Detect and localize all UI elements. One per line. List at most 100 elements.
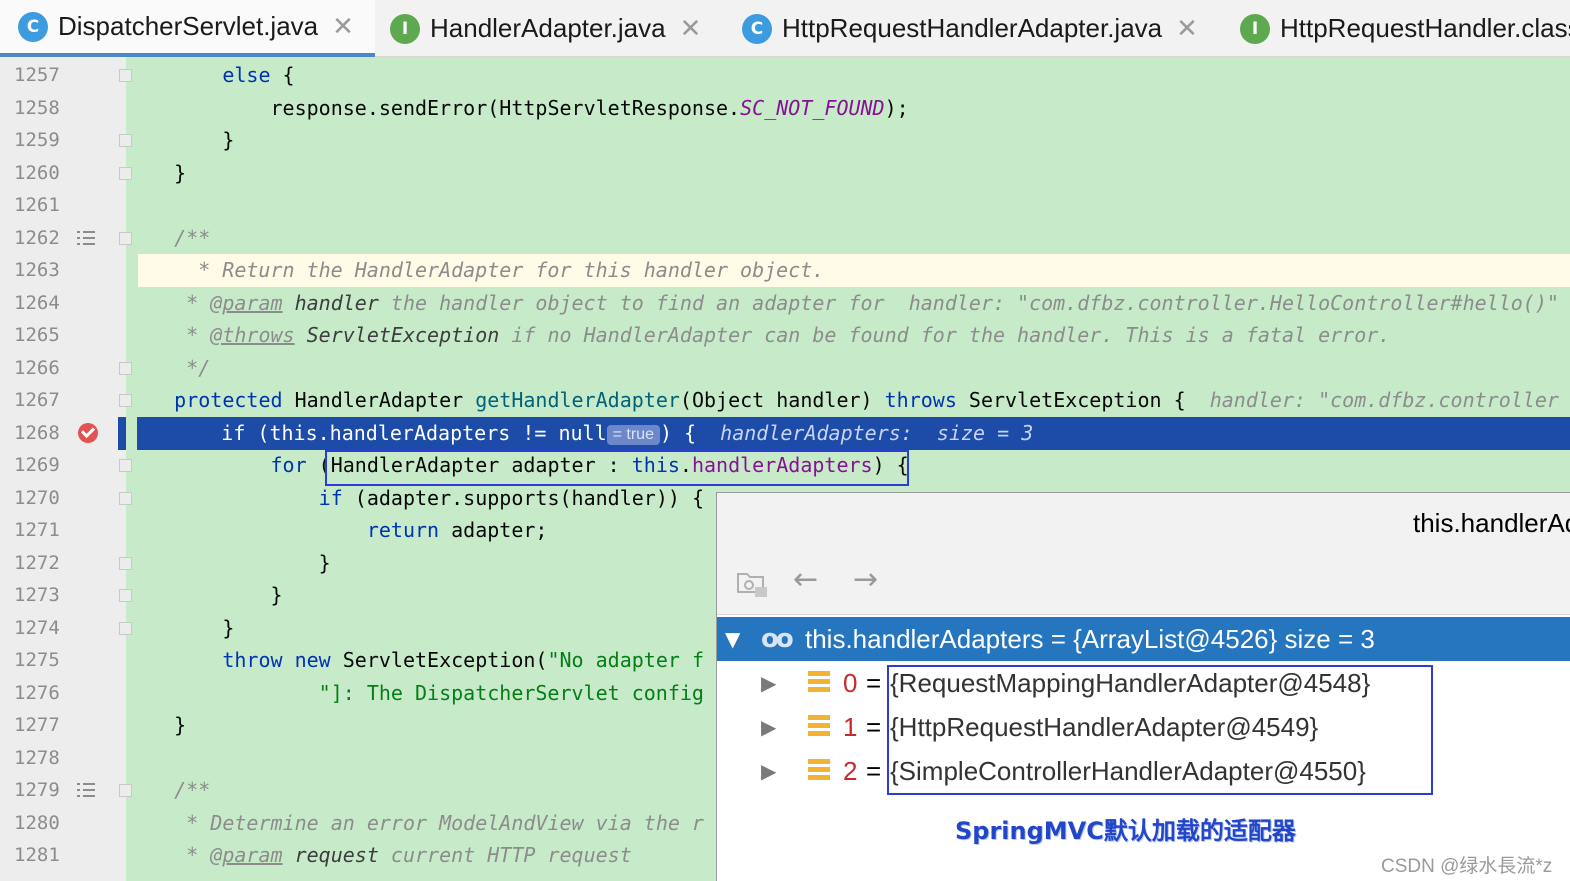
gutter-line[interactable]: 1279	[0, 774, 132, 807]
tree-root-row[interactable]: ▼ oo this.handlerAdapters = {ArrayList@4…	[717, 617, 1570, 661]
popup-title-bar[interactable]: this.handlerAdapters	[717, 493, 1570, 548]
collapse-triangle-icon[interactable]: ▼	[725, 617, 740, 661]
line-number: 1265	[14, 324, 60, 346]
close-tab-icon[interactable]: ✕	[680, 14, 702, 44]
code-line[interactable]: else {	[126, 59, 1570, 92]
gutter-line[interactable]: 1259	[0, 124, 132, 157]
line-number: 1261	[14, 194, 60, 216]
keyword: throws	[884, 388, 957, 412]
gutter-line[interactable]: 1280	[0, 807, 126, 840]
code-line[interactable]: response.sendError(HttpServletResponse.S…	[126, 92, 1570, 125]
tab-httprequesthandler[interactable]: I HttpRequestHandler.class	[1222, 0, 1570, 57]
code-line[interactable]: * @throws ServletException if no Handler…	[126, 319, 1570, 352]
expand-triangle-icon[interactable]: ▶	[761, 749, 776, 793]
gutter-line[interactable]: 1257	[0, 59, 132, 92]
rendered-doc-icon[interactable]	[77, 229, 95, 247]
gutter-line[interactable]: 1262	[0, 222, 132, 255]
java-interface-icon: I	[1240, 13, 1270, 44]
line-number: 1258	[14, 97, 60, 119]
close-tab-icon[interactable]: ✕	[1176, 14, 1198, 44]
code-line-current[interactable]: * Return the HandlerAdapter for this han…	[138, 254, 1570, 287]
forward-arrow-icon[interactable]: →	[853, 562, 878, 597]
line-number: 1271	[14, 519, 60, 541]
comment: * Determine an error ModelAndView via th…	[174, 811, 704, 835]
gutter-line[interactable]: 1258	[0, 92, 126, 125]
gutter-line[interactable]: 1267	[0, 384, 132, 417]
item-index: 1	[843, 712, 858, 742]
code-line[interactable]: }	[126, 157, 1570, 190]
code-text: ) {	[659, 421, 697, 445]
line-number: 1269	[14, 454, 60, 476]
tab-httprequesthandleradapter[interactable]: C HttpRequestHandlerAdapter.java ✕	[724, 0, 1228, 57]
inline-debug-value: handler: "com.dfbz.controller.HelloContr…	[884, 291, 1559, 315]
line-number: 1278	[14, 747, 60, 769]
gutter-line[interactable]: 1273	[0, 579, 132, 612]
gutter-line[interactable]: 1268	[0, 417, 126, 450]
item-value: {RequestMappingHandlerAdapter@4548}	[890, 668, 1371, 698]
code-line[interactable]: for (HandlerAdapter adapter : this.handl…	[126, 449, 1570, 482]
string-literal: "No adapter f	[547, 648, 705, 672]
tree-item-row[interactable]: ▶ 0 = {RequestMappingHandlerAdapter@4548…	[717, 661, 1570, 705]
comment: */	[174, 356, 211, 380]
line-number: 1274	[14, 617, 60, 639]
gutter-line[interactable]: 1271	[0, 514, 126, 547]
expand-triangle-icon[interactable]: ▶	[761, 661, 776, 705]
code-line[interactable]: protected HandlerAdapter getHandlerAdapt…	[126, 384, 1570, 417]
gutter-line[interactable]: 1260	[0, 157, 132, 190]
gutter-line[interactable]: 1270	[0, 482, 132, 515]
tree-item-row[interactable]: ▶ 1 = {HttpRequestHandlerAdapter@4549}	[717, 705, 1570, 749]
gutter-line[interactable]: 1272	[0, 547, 132, 580]
doc-reference: ServletException	[294, 323, 500, 347]
line-number: 1272	[14, 552, 60, 574]
gutter-line[interactable]: 1275	[0, 644, 126, 677]
gutter-line[interactable]: 1278	[0, 742, 126, 775]
code-line[interactable]: }	[126, 124, 1570, 157]
code-text: (HandlerAdapter adapter :	[306, 453, 632, 477]
inline-debug-value: handlerAdapters: size = 3	[696, 421, 1034, 445]
inline-debug-value: handler: "com.dfbz.controller	[1185, 388, 1559, 412]
line-number: 1267	[14, 389, 60, 411]
show-in-variables-icon[interactable]	[737, 568, 769, 598]
breakpoint-icon[interactable]	[78, 423, 98, 443]
code-text: if (this.handlerAdapters != null	[221, 421, 607, 445]
gutter-line[interactable]: 1276	[0, 677, 126, 710]
tree-item-row[interactable]: ▶ 2 = {SimpleControllerHandlerAdapter@45…	[717, 749, 1570, 793]
code-line[interactable]: * @param handler the handler object to f…	[126, 287, 1570, 320]
item-index: 2	[843, 756, 858, 786]
list-element-icon	[808, 671, 830, 693]
gutter-line[interactable]: 1261	[0, 189, 126, 222]
tab-dispatcherservlet[interactable]: C DispatcherServlet.java ✕	[0, 0, 375, 57]
gutter-line[interactable]: 1263	[0, 254, 126, 287]
code-text: }	[174, 713, 187, 737]
field-name: handlerAdapters	[691, 453, 873, 477]
gutter-line[interactable]: 1269	[0, 449, 132, 482]
item-equals: =	[866, 668, 882, 698]
gutter-line[interactable]: 1281	[0, 839, 126, 872]
close-tab-icon[interactable]: ✕	[332, 12, 354, 42]
execution-point-line[interactable]: if (this.handlerAdapters != null = true) …	[137, 417, 1570, 450]
annotation-note: SpringMVC默认加载的适配器	[955, 817, 1296, 845]
rendered-doc-icon[interactable]	[77, 781, 95, 799]
comment: *	[174, 323, 211, 347]
gutter-line[interactable]: 1265	[0, 319, 126, 352]
gutter-line[interactable]: 1266	[0, 352, 132, 385]
gutter-line[interactable]: 1274	[0, 612, 132, 645]
back-arrow-icon[interactable]: ←	[793, 562, 818, 597]
tab-handleradapter[interactable]: I HandlerAdapter.java ✕	[372, 0, 728, 57]
line-number: 1273	[14, 584, 60, 606]
code-line[interactable]	[126, 189, 1570, 222]
gutter-line[interactable]: 1264	[0, 287, 126, 320]
comment: *	[174, 843, 211, 867]
expand-triangle-icon[interactable]: ▶	[761, 705, 776, 749]
doc-tag: @param	[210, 291, 283, 315]
line-number: 1257	[14, 64, 60, 86]
code-line[interactable]: */	[126, 352, 1570, 385]
code-text: (adapter.supports(handler)) {	[342, 486, 704, 510]
gutter-line[interactable]: 1277	[0, 709, 126, 742]
item-value: {HttpRequestHandlerAdapter@4549}	[890, 712, 1319, 742]
code-text: }	[222, 128, 235, 152]
evaluated-value-pill[interactable]: = true	[606, 425, 660, 445]
popup-toolbar: ← →	[717, 548, 1570, 615]
tab-label: HandlerAdapter.java	[430, 13, 666, 43]
code-line[interactable]: /**	[126, 222, 1570, 255]
